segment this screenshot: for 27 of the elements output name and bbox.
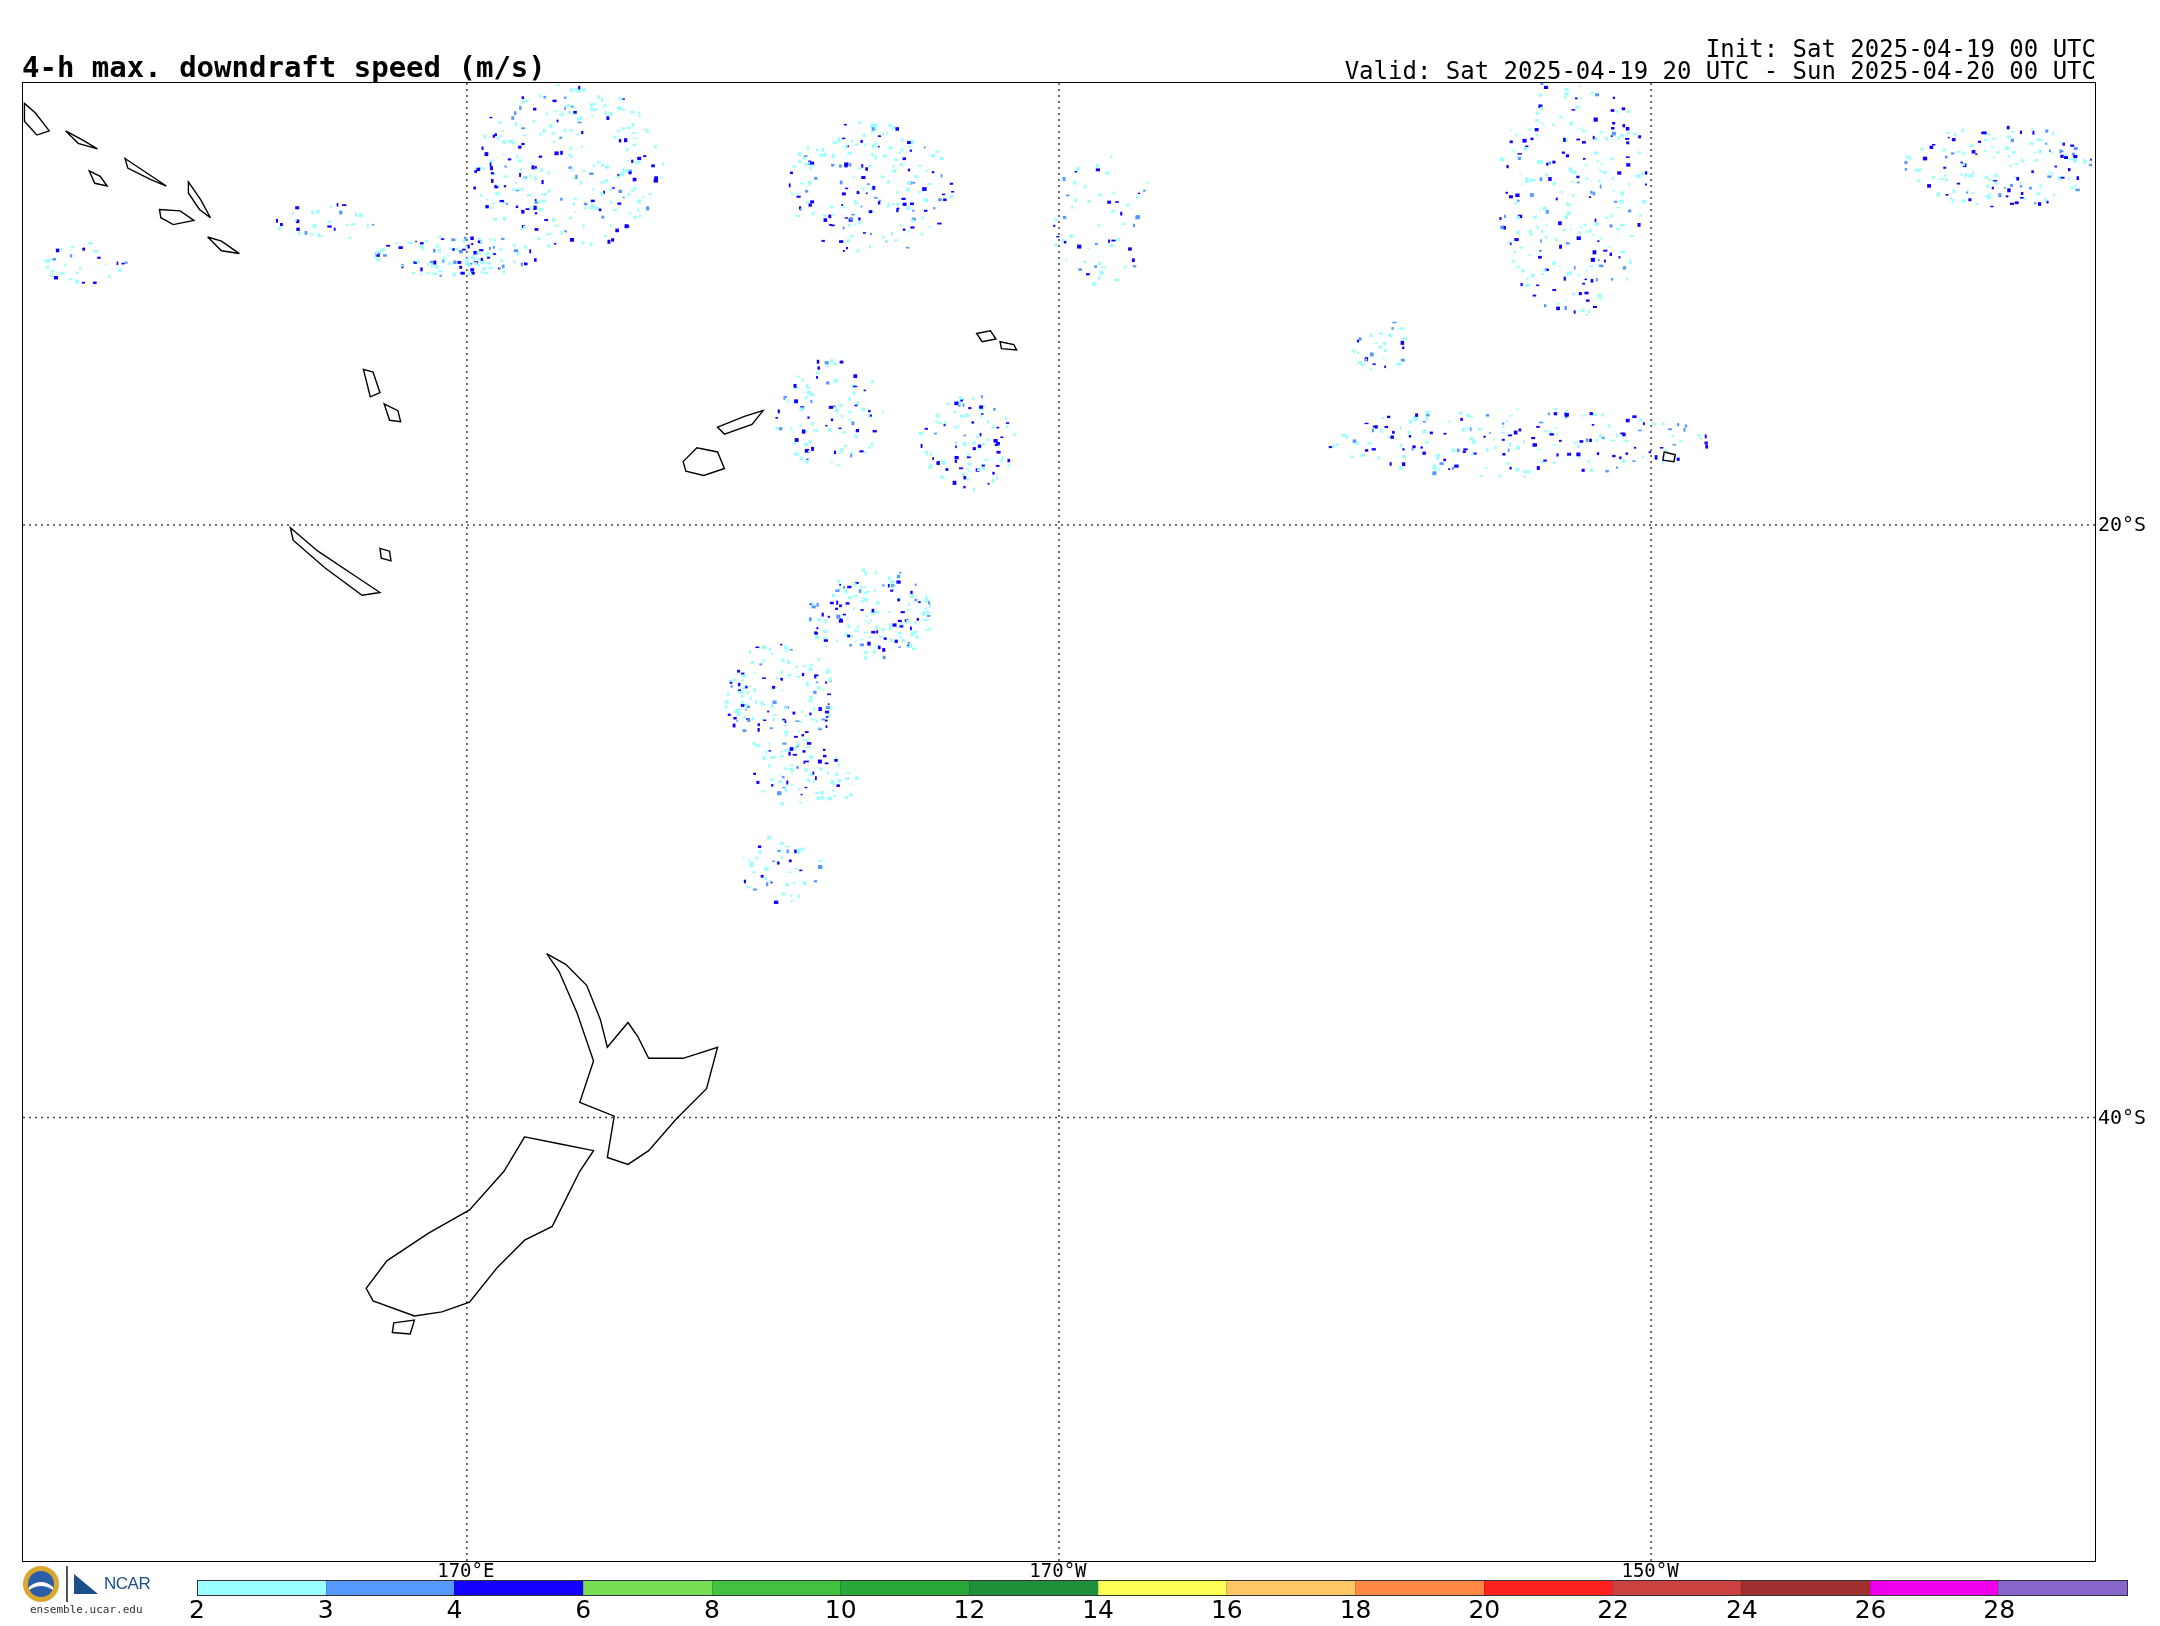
legend-tick-label: 10 xyxy=(824,1596,857,1624)
latitude-label: 20°S xyxy=(2098,513,2147,534)
nsf-logo-icon xyxy=(22,1565,60,1603)
legend-tick-label: 16 xyxy=(1210,1596,1243,1624)
legend-tick-label: 26 xyxy=(1854,1596,1887,1624)
site-url: ensemble.ucar.edu xyxy=(30,1603,144,1616)
legend-tick-label: 28 xyxy=(1983,1596,2016,1624)
latitude-label: 40°S xyxy=(2098,1106,2147,1127)
ncar-triangle-icon xyxy=(74,1574,98,1594)
legend-tick-label: 8 xyxy=(703,1596,720,1624)
longitude-label: 170°E xyxy=(437,1562,495,1579)
legend-tick-label: 22 xyxy=(1597,1596,1629,1624)
valid-time: Valid: Sat 2025-04-19 20 UTC - Sun 2025-04-20 00 UTC xyxy=(1344,60,2096,82)
longitude-label: 170°W xyxy=(1029,1562,1087,1579)
legend-tick-label: 6 xyxy=(575,1596,592,1624)
chart-title: 4-h max. downdraft speed (m/s) xyxy=(22,52,546,82)
legend-tick-label: 24 xyxy=(1725,1596,1758,1624)
logo-text: NCAR xyxy=(104,1574,151,1594)
longitude-label: 150°W xyxy=(1621,1562,1679,1579)
legend-tick-label: 18 xyxy=(1339,1596,1372,1624)
legend-tick-label: 14 xyxy=(1082,1596,1115,1624)
legend-tick-label: 2 xyxy=(189,1596,205,1624)
init-time: Init: Sat 2025-04-19 00 UTC xyxy=(1705,38,2096,60)
legend-tick-label: 4 xyxy=(446,1596,463,1624)
legend-tick-label: 12 xyxy=(953,1596,986,1624)
legend-tick-label: 3 xyxy=(317,1596,334,1624)
legend-tick-label: 20 xyxy=(1468,1596,1501,1624)
